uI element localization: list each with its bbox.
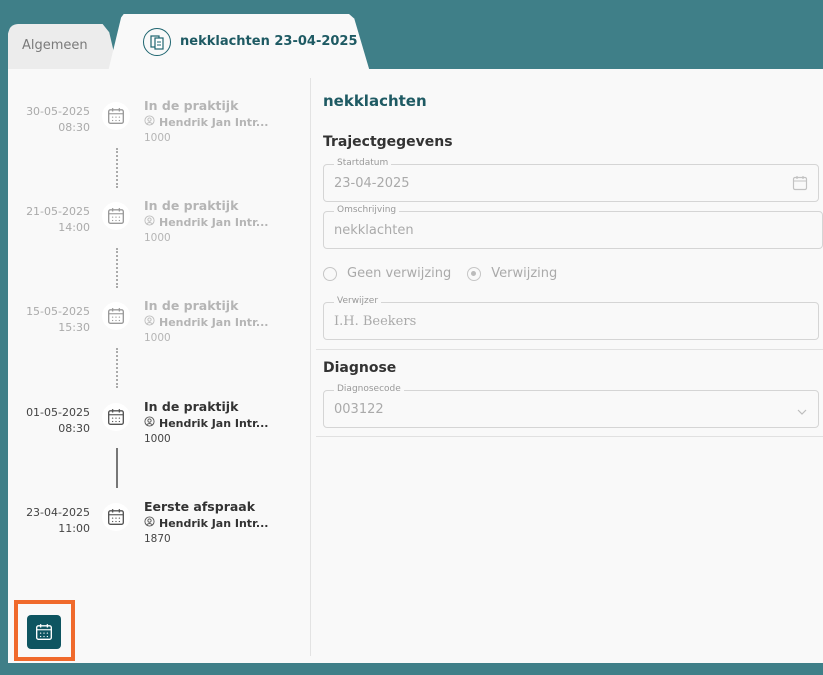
- calendar-icon: [102, 102, 130, 130]
- timeline-date: 21-05-2025 14:00: [26, 205, 90, 234]
- timeline-person: Hendrik Jan Intr...: [144, 315, 268, 329]
- calendar-icon: [102, 202, 130, 230]
- timeline-item[interactable]: 30-05-2025 08:30 In de praktijk Hendrik Jan…: [8, 98, 308, 164]
- tab-nekklachten-label: nekklachten 23-04-2025: [180, 34, 358, 49]
- radio-verwijzing-label: Verwijzing: [491, 266, 558, 281]
- diagnosecode-select[interactable]: Diagnosecode 003122: [323, 384, 819, 428]
- timeline-person: Hendrik Jan Intr...: [144, 416, 268, 430]
- timeline-person: Hendrik Jan Intr...: [144, 516, 268, 530]
- timeline-code: 1000: [144, 132, 171, 144]
- calendar-icon: [36, 624, 52, 640]
- timeline-item[interactable]: 23-04-2025 11:00 Eerste afspraak Hendrik Ja…: [8, 499, 308, 565]
- verwijzing-radio-group: Geen verwijzing Verwijzing: [323, 266, 573, 281]
- timeline-item[interactable]: 15-05-2025 15:30 In de praktijk Hendrik Jan…: [8, 298, 308, 364]
- calendar-button[interactable]: [27, 615, 61, 649]
- timeline-title: Eerste afspraak: [144, 499, 256, 514]
- person-icon: [144, 115, 155, 129]
- timeline-code: 1870: [144, 533, 171, 545]
- person-icon: [144, 315, 155, 329]
- verwijzer-field[interactable]: Verwijzer I.H. Beekers: [323, 296, 819, 340]
- timeline-person: Hendrik Jan Intr...: [144, 215, 268, 229]
- person-icon: [144, 215, 155, 229]
- verwijzer-value: I.H. Beekers: [334, 314, 417, 329]
- omschrijving-label: Omschrijving: [334, 205, 400, 215]
- calendar-icon: [102, 503, 130, 531]
- timeline-person: Hendrik Jan Intr...: [144, 115, 268, 129]
- radio-verwijzing[interactable]: [467, 266, 482, 281]
- calendar-icon[interactable]: [792, 175, 808, 195]
- omschrijving-field[interactable]: Omschrijving nekklachten: [323, 205, 823, 249]
- timeline-title: In de praktijk: [144, 198, 239, 213]
- section-divider: [316, 436, 823, 437]
- timeline-item[interactable]: 01-05-2025 08:30 In de praktijk Hendrik Jan…: [8, 399, 308, 465]
- timeline-title: In de praktijk: [144, 399, 239, 414]
- omschrijving-value: nekklachten: [334, 223, 414, 238]
- treatment-plan-icon: [143, 28, 171, 56]
- startdatum-field[interactable]: Startdatum 23-04-2025: [323, 158, 819, 202]
- section-diagnose: Diagnose: [323, 360, 397, 376]
- radio-geen-verwijzing-label: Geen verwijzing: [347, 266, 452, 281]
- section-divider: [316, 349, 823, 350]
- timeline-code: 1000: [144, 232, 171, 244]
- timeline-code: 1000: [144, 332, 171, 344]
- timeline-item[interactable]: 21-05-2025 14:00 In de praktijk Hendrik Jan…: [8, 198, 308, 264]
- timeline-code: 1000: [144, 433, 171, 445]
- diagnosecode-value: 003122: [334, 402, 384, 417]
- person-icon: [144, 516, 155, 530]
- radio-geen-verwijzing[interactable]: [323, 266, 337, 281]
- tab-algemeen-label: Algemeen: [22, 38, 88, 53]
- chevron-down-icon[interactable]: [796, 403, 808, 422]
- verwijzer-label: Verwijzer: [334, 296, 382, 306]
- timeline-title: In de praktijk: [144, 298, 239, 313]
- person-icon: [144, 416, 155, 430]
- timeline-title: In de praktijk: [144, 98, 239, 113]
- diagnosecode-label: Diagnosecode: [334, 384, 404, 394]
- timeline-date: 30-05-2025 08:30: [26, 105, 90, 134]
- startdatum-value: 23-04-2025: [334, 176, 410, 191]
- timeline-date: 23-04-2025 11:00: [26, 506, 90, 535]
- calendar-icon: [102, 403, 130, 431]
- timeline-date: 15-05-2025 15:30: [26, 305, 90, 334]
- form-title: nekklachten: [323, 92, 427, 110]
- calendar-icon: [102, 302, 130, 330]
- section-trajectgegevens: Trajectgegevens: [323, 134, 453, 150]
- timeline-date: 01-05-2025 08:30: [26, 406, 90, 435]
- panel-divider: [310, 78, 311, 656]
- startdatum-label: Startdatum: [334, 158, 392, 168]
